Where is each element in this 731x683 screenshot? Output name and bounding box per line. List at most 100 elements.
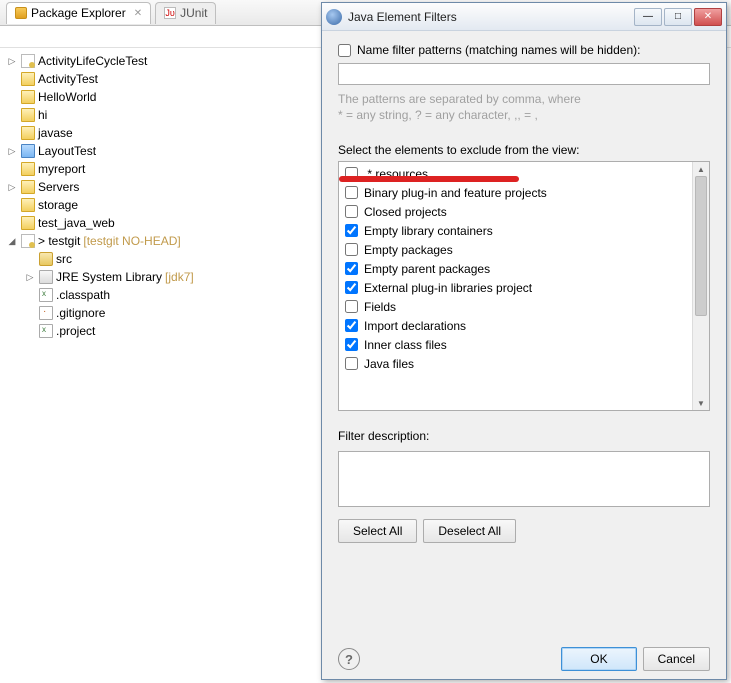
dialog-footer: ? OK Cancel xyxy=(338,637,710,671)
folder-icon xyxy=(21,198,35,212)
filter-checkbox[interactable] xyxy=(345,338,358,351)
tab-label: Package Explorer xyxy=(31,6,126,20)
folder-icon xyxy=(21,90,35,104)
tab-label: JUnit xyxy=(180,6,207,20)
scroll-down-icon[interactable]: ▼ xyxy=(693,396,709,410)
name-filter-label: Name filter patterns (matching names wil… xyxy=(357,43,640,57)
select-elements-label: Select the elements to exclude from the … xyxy=(338,143,710,157)
filter-checkbox[interactable] xyxy=(345,319,358,332)
filter-item[interactable]: .* resources xyxy=(341,164,709,183)
tree-item-label: LayoutTest xyxy=(38,144,96,158)
help-icon[interactable]: ? xyxy=(338,648,360,670)
filter-item[interactable]: Import declarations xyxy=(341,316,709,335)
filter-checkbox[interactable] xyxy=(345,186,358,199)
dialog-body: Name filter patterns (matching names wil… xyxy=(322,31,726,679)
maximize-button[interactable]: □ xyxy=(664,8,692,26)
folder-icon xyxy=(21,162,35,176)
filter-item[interactable]: Empty packages xyxy=(341,240,709,259)
folder-icon xyxy=(21,72,35,86)
filter-item[interactable]: Empty parent packages xyxy=(341,259,709,278)
filter-item-label: Inner class files xyxy=(364,338,447,352)
select-buttons-row: Select All Deselect All xyxy=(338,519,710,543)
junit-icon: Jᴜ xyxy=(164,7,176,19)
tree-item-label: src xyxy=(56,252,72,266)
proj-icon xyxy=(21,54,35,68)
filter-checkbox[interactable] xyxy=(345,224,358,237)
expand-icon[interactable]: ▷ xyxy=(6,56,18,67)
tree-item-label: ActivityTest xyxy=(38,72,98,86)
folder-icon xyxy=(21,126,35,140)
java-element-filters-dialog: Java Element Filters — □ ✕ Name filter p… xyxy=(321,2,727,680)
hint-line: The patterns are separated by comma, whe… xyxy=(338,91,710,107)
tree-item-label: ActivityLifeCycleTest xyxy=(38,54,147,68)
package-explorer-icon xyxy=(15,7,27,19)
filter-item[interactable]: Fields xyxy=(341,297,709,316)
tree-item-label: .gitignore xyxy=(56,306,105,320)
filter-checkbox[interactable] xyxy=(345,205,358,218)
filter-item-label: Java files xyxy=(364,357,414,371)
dialog-titlebar[interactable]: Java Element Filters — □ ✕ xyxy=(322,3,726,31)
tree-item-label: Servers xyxy=(38,180,79,194)
minimize-button[interactable]: — xyxy=(634,8,662,26)
name-filter-input[interactable] xyxy=(338,63,710,85)
folder-icon xyxy=(21,216,35,230)
folder-icon xyxy=(21,180,35,194)
layout-icon xyxy=(21,144,35,158)
hint-line: * = any string, ? = any character, ,, = … xyxy=(338,107,710,123)
filter-item[interactable]: Empty library containers xyxy=(341,221,709,240)
scrollbar-vertical[interactable]: ▲ ▼ xyxy=(692,162,709,410)
window-buttons: — □ ✕ xyxy=(634,8,722,26)
eclipse-icon xyxy=(326,9,342,25)
ok-button[interactable]: OK xyxy=(561,647,636,671)
filter-checkbox[interactable] xyxy=(345,357,358,370)
name-filter-checkbox[interactable] xyxy=(338,44,351,57)
tree-item-label: HelloWorld xyxy=(38,90,96,104)
dialog-title: Java Element Filters xyxy=(348,10,628,24)
filter-item[interactable]: Java files xyxy=(341,354,709,373)
scroll-up-icon[interactable]: ▲ xyxy=(693,162,709,176)
name-filter-checkbox-row[interactable]: Name filter patterns (matching names wil… xyxy=(338,43,710,57)
pkg-icon xyxy=(39,252,53,266)
filter-checkbox[interactable] xyxy=(345,262,358,275)
tree-item-label: javase xyxy=(38,126,73,140)
lib-icon xyxy=(39,270,53,284)
filter-item[interactable]: Inner class files xyxy=(341,335,709,354)
select-all-button[interactable]: Select All xyxy=(338,519,417,543)
filter-item[interactable]: Binary plug-in and feature projects xyxy=(341,183,709,202)
filter-checkbox[interactable] xyxy=(345,167,358,180)
tree-item-label: myreport xyxy=(38,162,85,176)
deselect-all-button[interactable]: Deselect All xyxy=(423,519,516,543)
close-icon[interactable]: ✕ xyxy=(134,8,142,19)
filter-list-inner[interactable]: .* resources Binary plug-in and feature p… xyxy=(341,164,709,408)
filter-item-label: Empty packages xyxy=(364,243,453,257)
close-button[interactable]: ✕ xyxy=(694,8,722,26)
file-g-icon xyxy=(39,306,53,320)
filter-item-label: External plug-in libraries project xyxy=(364,281,532,295)
cancel-button[interactable]: Cancel xyxy=(643,647,710,671)
tree-item-decoration: [jdk7] xyxy=(165,270,194,284)
tree-item-label: hi xyxy=(38,108,47,122)
tab-package-explorer[interactable]: Package Explorer ✕ xyxy=(6,2,151,24)
tab-junit[interactable]: Jᴜ JUnit xyxy=(155,2,216,24)
tree-item-label: .project xyxy=(56,324,95,338)
expand-icon[interactable]: ▷ xyxy=(6,182,18,193)
expand-icon[interactable]: ▷ xyxy=(24,272,36,283)
filter-item-label: Binary plug-in and feature projects xyxy=(364,186,547,200)
filter-item[interactable]: External plug-in libraries project xyxy=(341,278,709,297)
filter-item-label: Import declarations xyxy=(364,319,466,333)
tree-item-label: .classpath xyxy=(56,288,110,302)
folder-icon xyxy=(21,108,35,122)
filter-list: .* resources Binary plug-in and feature p… xyxy=(338,161,710,411)
proj-icon xyxy=(21,234,35,248)
filter-checkbox[interactable] xyxy=(345,300,358,313)
filter-description-label: Filter description: xyxy=(338,429,710,443)
filter-item-label: Fields xyxy=(364,300,396,314)
tree-item-label: JRE System Library xyxy=(56,270,162,284)
expand-icon[interactable]: ▷ xyxy=(6,146,18,157)
filter-checkbox[interactable] xyxy=(345,243,358,256)
file-x-icon xyxy=(39,288,53,302)
filter-checkbox[interactable] xyxy=(345,281,358,294)
scroll-thumb[interactable] xyxy=(695,176,707,316)
expand-icon[interactable]: ◢ xyxy=(6,236,18,247)
filter-item[interactable]: Closed projects xyxy=(341,202,709,221)
